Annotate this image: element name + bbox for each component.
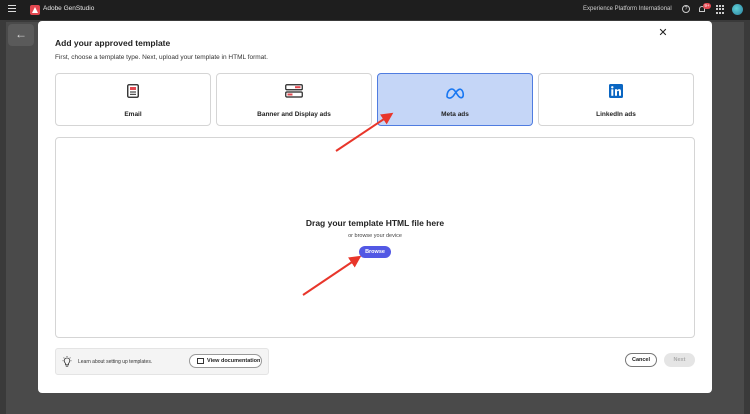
template-type-email[interactable]: Email xyxy=(55,73,211,126)
dialog-title: Add your approved template xyxy=(55,38,171,48)
notification-badge: 9+ xyxy=(703,3,711,9)
external-link-icon xyxy=(197,358,204,364)
next-button[interactable]: Next xyxy=(664,353,695,367)
dropzone-subtitle: or browse your device xyxy=(348,233,402,239)
back-arrow-icon[interactable]: ← xyxy=(8,24,34,46)
view-documentation-label: View documentation xyxy=(207,358,261,364)
template-type-banner[interactable]: Banner and Display ads xyxy=(216,73,372,126)
cancel-button[interactable]: Cancel xyxy=(625,353,657,367)
dialog-subtitle: First, choose a template type. Next, upl… xyxy=(55,54,268,61)
meta-logo-icon xyxy=(445,86,465,104)
dropzone-title: Drag your template HTML file here xyxy=(305,218,445,228)
app-grid-icon[interactable] xyxy=(716,5,725,14)
template-type-label: LinkedIn ads xyxy=(596,111,636,118)
org-switcher[interactable]: Experience Platform International xyxy=(583,6,672,12)
app-name: Adobe GenStudio xyxy=(43,5,95,12)
view-documentation-button[interactable]: View documentation xyxy=(189,354,262,368)
email-template-icon xyxy=(127,84,139,103)
adobe-logo-icon[interactable] xyxy=(30,5,40,15)
template-type-label: Banner and Display ads xyxy=(257,111,331,118)
template-type-meta[interactable]: Meta ads xyxy=(377,73,533,126)
learn-text: Learn about setting up templates. xyxy=(78,359,153,365)
top-app-bar: Adobe GenStudio Experience Platform Inte… xyxy=(0,0,750,20)
template-type-label: Email xyxy=(124,111,142,118)
banner-template-icon xyxy=(285,84,303,103)
template-type-label: Meta ads xyxy=(441,111,469,118)
linkedin-logo-icon xyxy=(609,84,623,103)
help-icon[interactable]: ? xyxy=(682,5,690,13)
close-icon[interactable]: ✕ xyxy=(658,28,668,39)
hamburger-menu-icon[interactable] xyxy=(8,5,16,14)
lightbulb-icon xyxy=(62,355,72,367)
avatar[interactable] xyxy=(732,4,743,15)
template-type-linkedin[interactable]: LinkedIn ads xyxy=(538,73,694,126)
browse-button[interactable]: Browse xyxy=(359,246,391,258)
